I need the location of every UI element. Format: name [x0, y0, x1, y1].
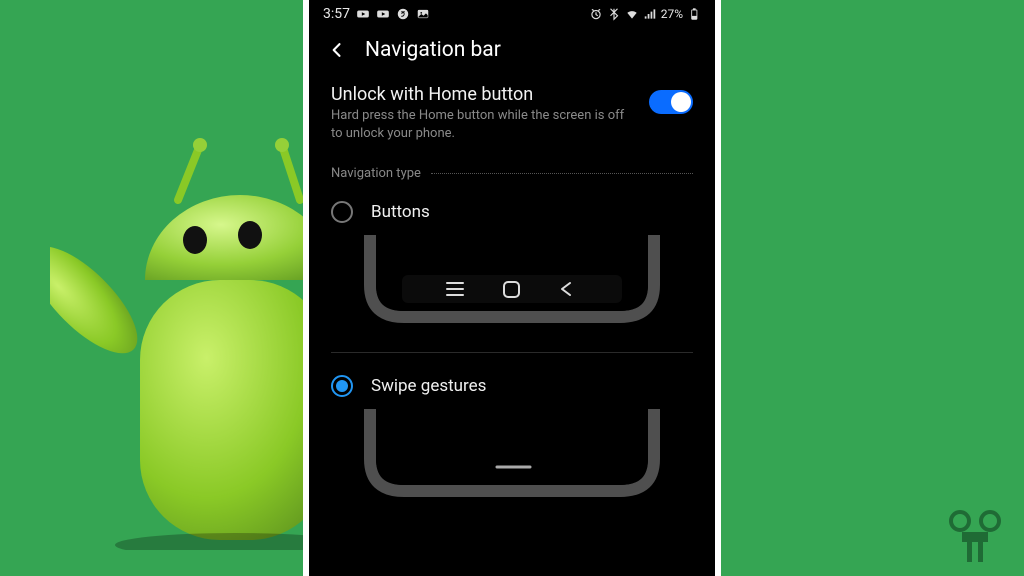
- bluetooth-icon: [607, 7, 621, 21]
- signal-icon: [643, 7, 657, 21]
- android-mascot: [50, 130, 330, 550]
- alarm-icon: [589, 7, 603, 21]
- unlock-title: Unlock with Home button: [331, 84, 635, 105]
- corner-logo: [942, 506, 1012, 570]
- youtube-icon: [356, 7, 370, 21]
- navigation-type-section: Navigation type: [309, 152, 715, 189]
- phone-screen: 3:57: [309, 0, 715, 576]
- option-gestures[interactable]: Swipe gestures: [309, 363, 715, 403]
- header-row: Navigation bar: [309, 24, 715, 84]
- unlock-setting[interactable]: Unlock with Home button Hard press the H…: [309, 84, 715, 152]
- shazam-icon: [396, 7, 410, 21]
- toggle-knob: [671, 92, 691, 112]
- battery-percent: 27%: [661, 7, 683, 21]
- youtube-icon: [376, 7, 390, 21]
- radio-gestures-label: Swipe gestures: [371, 376, 486, 396]
- option-buttons[interactable]: Buttons: [309, 189, 715, 229]
- unlock-desc: Hard press the Home button while the scr…: [331, 107, 635, 142]
- wifi-icon: [625, 7, 639, 21]
- status-right: 27%: [589, 7, 701, 21]
- back-icon[interactable]: [327, 40, 347, 60]
- unlock-text: Unlock with Home button Hard press the H…: [331, 84, 635, 142]
- page-title: Navigation bar: [365, 38, 501, 62]
- radio-buttons-label: Buttons: [371, 202, 430, 222]
- battery-icon: [687, 7, 701, 21]
- status-bar: 3:57: [309, 0, 715, 24]
- section-divider: [431, 173, 693, 174]
- status-time: 3:57: [323, 6, 350, 22]
- option-divider: [331, 352, 693, 353]
- gallery-icon: [416, 7, 430, 21]
- buttons-preview: [331, 235, 693, 330]
- radio-gestures[interactable]: [331, 375, 353, 397]
- unlock-toggle[interactable]: [649, 90, 693, 114]
- status-left: 3:57: [323, 6, 430, 22]
- phone-frame: 3:57: [303, 0, 721, 576]
- section-label: Navigation type: [331, 166, 421, 181]
- gestures-preview: [331, 409, 693, 504]
- radio-buttons[interactable]: [331, 201, 353, 223]
